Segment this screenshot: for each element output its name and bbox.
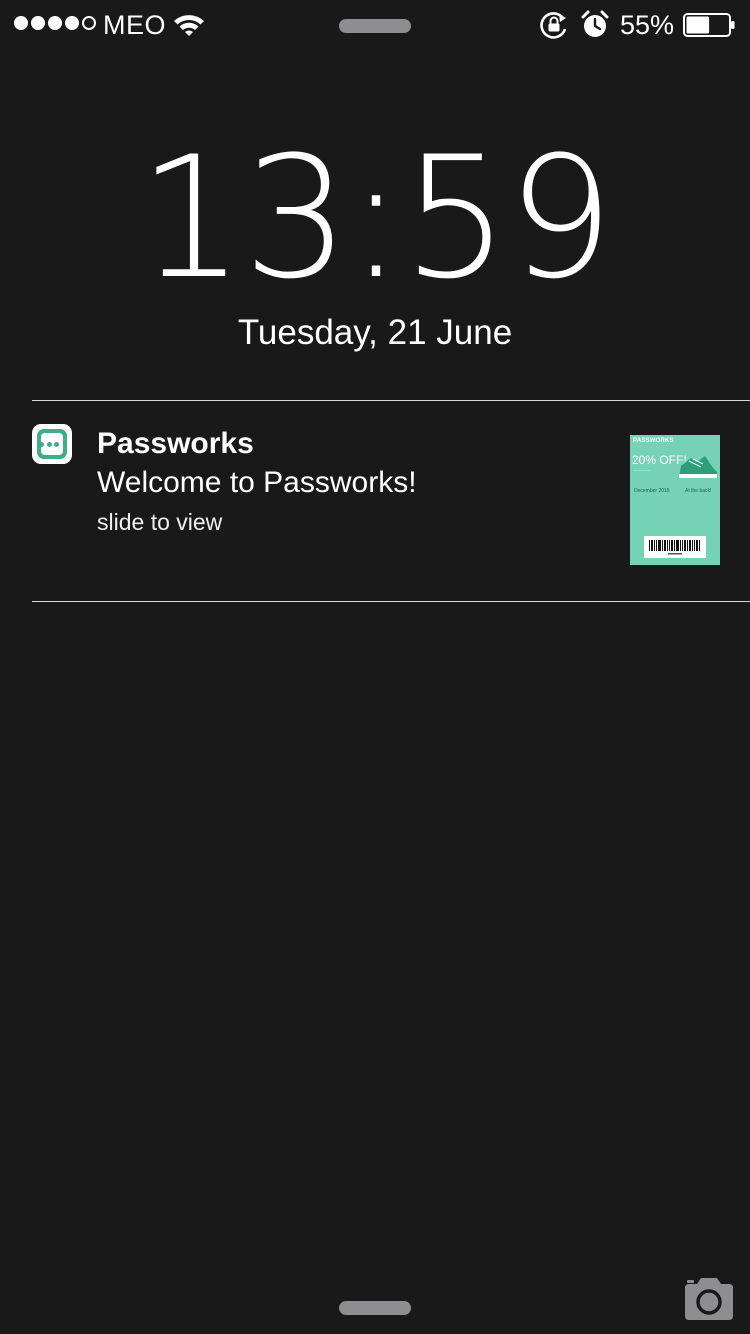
pass-fine-print: ────── bbox=[633, 468, 651, 473]
notification-divider bbox=[32, 601, 750, 602]
app-icon-window bbox=[41, 433, 63, 455]
app-icon-frame bbox=[37, 429, 67, 459]
battery-icon bbox=[683, 13, 735, 37]
control-center-handle[interactable] bbox=[339, 1301, 411, 1315]
lock-screen: MEO 55% 13:59 Tuesday, 21 June Passworks… bbox=[0, 0, 750, 1334]
pass-thumbnail: PASSWORKS 20% OFF! ────── December 2015 … bbox=[630, 435, 720, 565]
notification-action-hint: slide to view bbox=[97, 509, 223, 535]
app-icon-dot bbox=[47, 442, 52, 447]
app-icon-dot bbox=[54, 442, 59, 447]
camera-icon[interactable] bbox=[681, 1276, 737, 1322]
pass-back-note: At the back! bbox=[685, 488, 712, 494]
carrier-name: MEO bbox=[103, 10, 167, 40]
app-icon-dot bbox=[39, 442, 44, 447]
signal-dot bbox=[65, 16, 79, 30]
notification-message: Welcome to Passworks! bbox=[97, 466, 417, 499]
battery-percentage: 55% bbox=[620, 10, 675, 40]
status-bar: MEO 55% bbox=[0, 0, 750, 50]
signal-strength-indicator bbox=[14, 16, 96, 30]
signal-dot bbox=[82, 16, 96, 30]
lock-screen-date: Tuesday, 21 June bbox=[237, 313, 513, 352]
notification-center-handle[interactable] bbox=[339, 19, 411, 33]
passworks-app-icon bbox=[32, 424, 72, 464]
pass-date: December 2015 bbox=[634, 488, 670, 494]
sneaker-icon bbox=[679, 456, 717, 478]
barcode-icon bbox=[644, 536, 706, 558]
wifi-icon bbox=[174, 15, 204, 36]
signal-dot bbox=[48, 16, 62, 30]
signal-dot bbox=[14, 16, 28, 30]
rotation-lock-icon bbox=[540, 12, 567, 39]
alarm-icon bbox=[581, 10, 609, 37]
notification-divider bbox=[32, 400, 750, 401]
notification-app-name: Passworks bbox=[97, 427, 254, 460]
pass-brand: PASSWORKS bbox=[633, 438, 674, 444]
lock-screen-time: 13:59 bbox=[137, 120, 614, 316]
signal-dot bbox=[31, 16, 45, 30]
